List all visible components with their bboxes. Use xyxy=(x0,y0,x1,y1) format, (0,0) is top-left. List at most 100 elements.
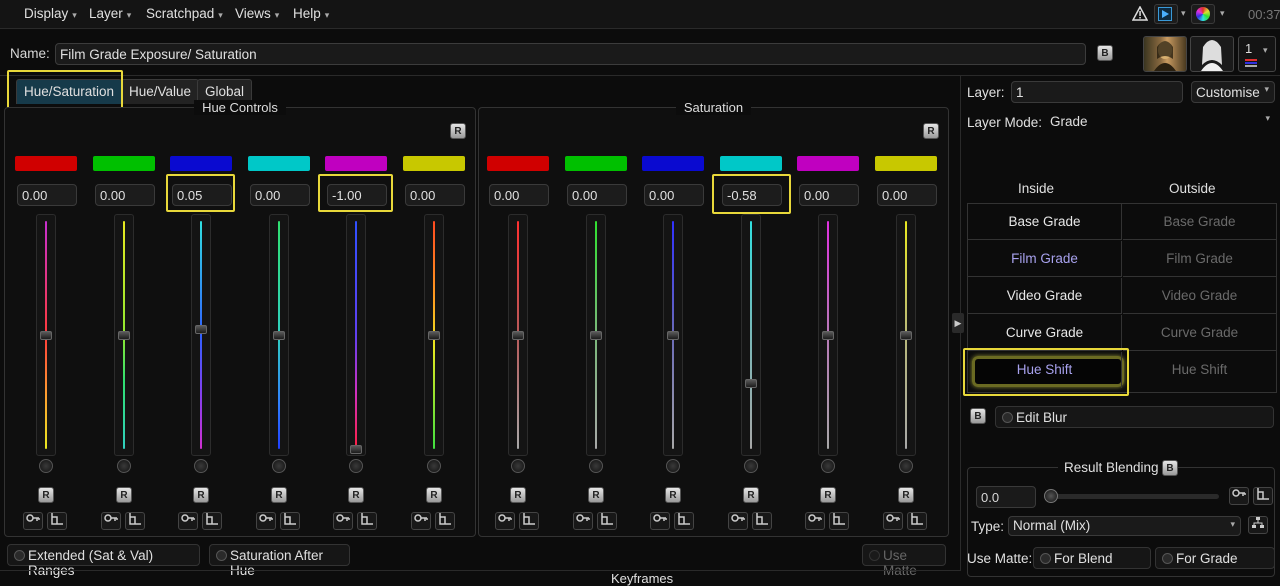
hue-blue-reset-button[interactable]: R xyxy=(193,487,209,503)
extended-ranges-toggle[interactable]: Extended (Sat & Val) Ranges xyxy=(7,544,200,578)
sat-green-value-field[interactable]: 0.00 xyxy=(567,184,627,206)
sat-magenta-slider[interactable] xyxy=(818,214,838,456)
outside-hue-shift[interactable]: Hue Shift xyxy=(1123,352,1277,388)
collapse-arrow-icon[interactable]: ▶ xyxy=(952,313,964,333)
blending-b-button[interactable]: B xyxy=(1162,460,1178,476)
slider-handle[interactable] xyxy=(745,379,757,388)
slider-handle[interactable] xyxy=(512,331,524,340)
menu-views[interactable]: Views ▾ xyxy=(235,6,279,21)
sat-red-slider[interactable] xyxy=(508,214,528,456)
hue-yellow-reset-button[interactable]: R xyxy=(426,487,442,503)
slider-handle[interactable] xyxy=(428,331,440,340)
slider-handle[interactable] xyxy=(900,331,912,340)
sat-cyan-key-button[interactable] xyxy=(728,512,748,530)
hue-green-key-button[interactable] xyxy=(101,512,121,530)
hue-red-curve-button[interactable] xyxy=(47,512,67,530)
slider-handle[interactable] xyxy=(590,331,602,340)
hue-cyan-knob[interactable] xyxy=(272,459,286,473)
hue-reset-button[interactable]: R xyxy=(450,123,466,139)
hue-yellow-knob[interactable] xyxy=(427,459,441,473)
sat-magenta-curve-button[interactable] xyxy=(829,512,849,530)
sat-blue-key-button[interactable] xyxy=(650,512,670,530)
slider-handle[interactable] xyxy=(667,331,679,340)
outside-base-grade[interactable]: Base Grade xyxy=(1123,204,1277,240)
hue-red-knob[interactable] xyxy=(39,459,53,473)
hue-blue-key-button[interactable] xyxy=(178,512,198,530)
menu-help[interactable]: Help ▾ xyxy=(293,6,329,21)
sat-yellow-slider[interactable] xyxy=(896,214,916,456)
menu-display[interactable]: Display ▾ xyxy=(24,6,77,21)
hue-cyan-slider[interactable] xyxy=(269,214,289,456)
sat-red-reset-button[interactable]: R xyxy=(510,487,526,503)
blend-slider-handle[interactable] xyxy=(1044,489,1058,503)
hue-yellow-key-button[interactable] xyxy=(411,512,431,530)
layer-field[interactable]: 1 xyxy=(1011,81,1183,103)
hue-green-value-field[interactable]: 0.00 xyxy=(95,184,155,206)
layer-thumbnail[interactable] xyxy=(1143,36,1187,72)
hue-yellow-slider[interactable] xyxy=(424,214,444,456)
layer-index-button[interactable]: 1 ▾ xyxy=(1238,36,1276,72)
saturation-reset-button[interactable]: R xyxy=(923,123,939,139)
sat-green-key-button[interactable] xyxy=(573,512,593,530)
sat-red-knob[interactable] xyxy=(511,459,525,473)
sat-yellow-knob[interactable] xyxy=(899,459,913,473)
sat-blue-slider[interactable] xyxy=(663,214,683,456)
blend-type-dropdown[interactable]: Normal (Mix) ▾ xyxy=(1008,516,1241,536)
saturation-after-hue-toggle[interactable]: Saturation After Hue xyxy=(209,544,350,578)
tree-button[interactable] xyxy=(1248,516,1268,534)
inside-base-grade[interactable]: Base Grade xyxy=(968,204,1122,240)
key-button[interactable] xyxy=(1229,487,1249,505)
warning-icon[interactable] xyxy=(1131,5,1149,24)
hue-red-key-button[interactable] xyxy=(23,512,43,530)
edit-blur-toggle[interactable]: Edit Blur xyxy=(995,406,1274,428)
sat-blue-reset-button[interactable]: R xyxy=(665,487,681,503)
b-button[interactable]: B xyxy=(1097,45,1113,61)
sat-cyan-slider[interactable] xyxy=(741,214,761,456)
sat-red-value-field[interactable]: 0.00 xyxy=(489,184,549,206)
hue-blue-slider[interactable] xyxy=(191,214,211,456)
chevron-down-icon[interactable]: ▾ xyxy=(1220,8,1225,19)
sat-magenta-key-button[interactable] xyxy=(805,512,825,530)
sat-cyan-reset-button[interactable]: R xyxy=(743,487,759,503)
sat-green-curve-button[interactable] xyxy=(597,512,617,530)
slider-handle[interactable] xyxy=(118,331,130,340)
layer-mode-dropdown[interactable]: Grade ▾ xyxy=(1046,111,1275,133)
blend-value-field[interactable]: 0.0 xyxy=(976,486,1036,508)
hue-green-curve-button[interactable] xyxy=(125,512,145,530)
sat-red-curve-button[interactable] xyxy=(519,512,539,530)
slider-handle[interactable] xyxy=(273,331,285,340)
outside-film-grade[interactable]: Film Grade xyxy=(1123,241,1277,277)
sat-cyan-knob[interactable] xyxy=(744,459,758,473)
inside-curve-grade[interactable]: Curve Grade xyxy=(968,315,1122,351)
color-button[interactable] xyxy=(1191,4,1215,24)
hue-magenta-reset-button[interactable]: R xyxy=(348,487,364,503)
sat-green-slider[interactable] xyxy=(586,214,606,456)
sat-blue-curve-button[interactable] xyxy=(674,512,694,530)
sat-blue-knob[interactable] xyxy=(666,459,680,473)
hue-magenta-slider[interactable] xyxy=(346,214,366,456)
sat-magenta-reset-button[interactable]: R xyxy=(820,487,836,503)
sat-yellow-key-button[interactable] xyxy=(883,512,903,530)
sat-yellow-curve-button[interactable] xyxy=(907,512,927,530)
hue-yellow-value-field[interactable]: 0.00 xyxy=(405,184,465,206)
for-blend-toggle[interactable]: For Blend xyxy=(1033,547,1151,569)
outside-curve-grade[interactable]: Curve Grade xyxy=(1123,315,1277,351)
slider-handle[interactable] xyxy=(40,331,52,340)
hue-cyan-reset-button[interactable]: R xyxy=(271,487,287,503)
keyframes-label[interactable]: Keyframes xyxy=(611,571,673,586)
hue-magenta-knob[interactable] xyxy=(349,459,363,473)
curve-editor-button[interactable] xyxy=(1253,487,1273,505)
sat-yellow-value-field[interactable]: 0.00 xyxy=(877,184,937,206)
inside-video-grade[interactable]: Video Grade xyxy=(968,278,1122,314)
sat-yellow-reset-button[interactable]: R xyxy=(898,487,914,503)
for-grade-toggle[interactable]: For Grade xyxy=(1155,547,1275,569)
slider-handle[interactable] xyxy=(195,325,207,334)
sat-magenta-value-field[interactable]: 0.00 xyxy=(799,184,859,206)
sat-blue-value-field[interactable]: 0.00 xyxy=(644,184,704,206)
blend-slider-track[interactable] xyxy=(1046,494,1219,499)
player-button[interactable] xyxy=(1154,4,1178,24)
menu-layer[interactable]: Layer ▾ xyxy=(89,6,131,21)
sat-green-knob[interactable] xyxy=(589,459,603,473)
sat-red-key-button[interactable] xyxy=(495,512,515,530)
chevron-down-icon[interactable]: ▾ xyxy=(1181,8,1186,19)
